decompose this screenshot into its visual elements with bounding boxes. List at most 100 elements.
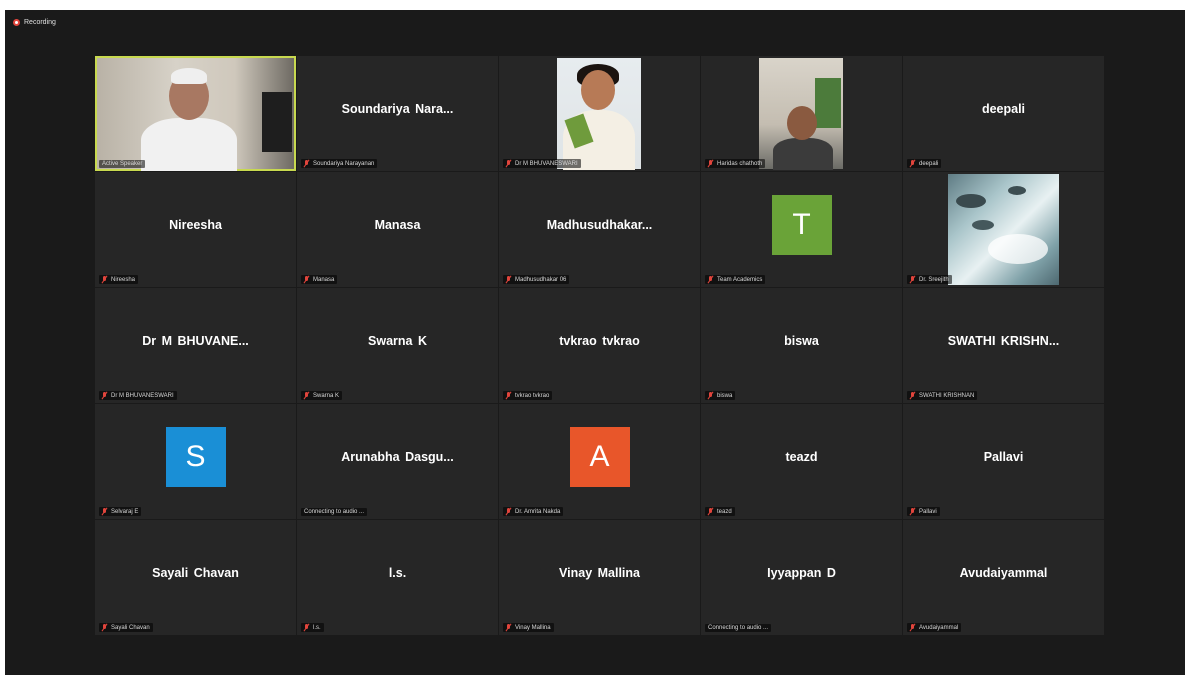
participant-tile[interactable]: Dr M BHUVANESWARI bbox=[499, 56, 700, 171]
participant-tile[interactable]: Nireesha Nireesha bbox=[95, 172, 296, 287]
participant-name-label: Selvaraj E bbox=[99, 507, 142, 516]
participant-display-name: Nireesha bbox=[169, 217, 222, 232]
participant-name-label: Swarna K bbox=[301, 391, 343, 400]
muted-mic-icon bbox=[102, 276, 108, 283]
participant-name-text: Selvaraj E bbox=[111, 508, 139, 515]
participant-tile[interactable]: Vinay Mallina Vinay Mallina bbox=[499, 520, 700, 635]
participant-name-label: Dr. Amrita Nakda bbox=[503, 507, 564, 516]
participant-tile[interactable]: Dr. Sreejith bbox=[903, 172, 1104, 287]
participant-tile[interactable]: A Dr. Amrita Nakda bbox=[499, 404, 700, 519]
participant-name-label: Madhusudhakar 06 bbox=[503, 275, 570, 284]
participant-name-label: Haridas chathoth bbox=[705, 159, 766, 168]
participant-tile[interactable]: teazd teazd bbox=[701, 404, 902, 519]
recording-indicator[interactable]: Recording bbox=[13, 16, 56, 28]
participant-display-name: Arunabha Dasgu... bbox=[341, 449, 454, 464]
muted-mic-icon bbox=[708, 392, 714, 399]
participant-tile[interactable]: S Selvaraj E bbox=[95, 404, 296, 519]
participant-tile[interactable]: biswa biswa bbox=[701, 288, 902, 403]
participant-avatar: A bbox=[569, 426, 630, 487]
meeting-window: Recording Active Speaker Soundariya Nara.… bbox=[5, 10, 1185, 675]
participant-tile[interactable]: T Team Academics bbox=[701, 172, 902, 287]
participant-video bbox=[557, 58, 641, 170]
participant-display-name: teazd bbox=[785, 449, 818, 464]
muted-mic-icon bbox=[910, 624, 916, 631]
muted-mic-icon bbox=[910, 160, 916, 167]
participant-name-label: Active Speaker bbox=[99, 160, 146, 168]
participant-avatar: T bbox=[771, 194, 832, 255]
participant-tile[interactable]: Madhusudhakar... Madhusudhakar 06 bbox=[499, 172, 700, 287]
participant-name-text: Madhusudhakar 06 bbox=[515, 276, 567, 283]
participant-tile[interactable]: SWATHI KRISHN... SWATHI KRISHNAN bbox=[903, 288, 1104, 403]
participant-name-label: deepali bbox=[907, 159, 942, 168]
participant-display-name: SWATHI KRISHN... bbox=[947, 333, 1060, 348]
participant-tile[interactable]: l.s. l.s. bbox=[297, 520, 498, 635]
participant-display-name: Iyyappan D bbox=[767, 565, 836, 580]
participant-display-name: l.s. bbox=[388, 565, 407, 580]
muted-mic-icon bbox=[910, 276, 916, 283]
participant-name-text: Avudaiyammal bbox=[919, 624, 959, 631]
participant-name-label: Sayali Chavan bbox=[99, 623, 153, 632]
participant-display-name: Pallavi bbox=[983, 449, 1024, 464]
participant-display-name: Avudaiyammal bbox=[959, 565, 1048, 580]
participant-tile[interactable]: tvkrao tvkrao tvkrao tvkrao bbox=[499, 288, 700, 403]
muted-mic-icon bbox=[304, 160, 310, 167]
participant-display-name: tvkrao tvkrao bbox=[559, 333, 640, 348]
participant-name-text: Dr M BHUVANESWARI bbox=[111, 392, 174, 399]
muted-mic-icon bbox=[304, 392, 310, 399]
participant-display-name: biswa bbox=[784, 333, 819, 348]
participant-name-label: Vinay Mallina bbox=[503, 623, 554, 632]
muted-mic-icon bbox=[506, 392, 512, 399]
participant-name-label: teazd bbox=[705, 507, 735, 516]
muted-mic-icon bbox=[708, 508, 714, 515]
participant-name-label: Soundariya Narayanan bbox=[301, 159, 378, 168]
participant-display-name: Swarna K bbox=[368, 333, 427, 348]
participant-name-label: Avudaiyammal bbox=[907, 623, 962, 632]
participant-avatar: S bbox=[165, 426, 226, 487]
participant-name-label: Manasa bbox=[301, 275, 338, 284]
participant-tile[interactable]: deepali deepali bbox=[903, 56, 1104, 171]
participant-tile[interactable]: Iyyappan D Connecting to audio ... bbox=[701, 520, 902, 635]
participant-name-text: Dr M BHUVANESWARI bbox=[515, 160, 578, 167]
participant-name-text: Sayali Chavan bbox=[111, 624, 150, 631]
participant-name-label: Pallavi bbox=[907, 507, 940, 516]
participant-name-text: Dr. Amrita Nakda bbox=[515, 508, 561, 515]
participant-name-text: Haridas chathoth bbox=[717, 160, 763, 167]
participant-tile[interactable]: Pallavi Pallavi bbox=[903, 404, 1104, 519]
participant-tile[interactable]: Sayali Chavan Sayali Chavan bbox=[95, 520, 296, 635]
participant-tile[interactable]: Soundariya Nara... Soundariya Narayanan bbox=[297, 56, 498, 171]
recording-label: Recording bbox=[24, 18, 56, 26]
participant-tile[interactable]: Swarna K Swarna K bbox=[297, 288, 498, 403]
participant-tile[interactable]: Dr M BHUVANE... Dr M BHUVANESWARI bbox=[95, 288, 296, 403]
participant-name-label: SWATHI KRISHNAN bbox=[907, 391, 978, 400]
participant-name-label: Dr M BHUVANESWARI bbox=[99, 391, 177, 400]
participant-name-label: Connecting to audio ... bbox=[705, 624, 772, 632]
participant-video bbox=[97, 58, 294, 171]
muted-mic-icon bbox=[708, 276, 714, 283]
muted-mic-icon bbox=[304, 276, 310, 283]
participant-name-label: Team Academics bbox=[705, 275, 766, 284]
participant-name-label: Dr. Sreejith bbox=[907, 275, 952, 284]
participant-tile[interactable]: Avudaiyammal Avudaiyammal bbox=[903, 520, 1104, 635]
muted-mic-icon bbox=[506, 276, 512, 283]
muted-mic-icon bbox=[910, 392, 916, 399]
participant-tile[interactable]: Arunabha Dasgu... Connecting to audio ... bbox=[297, 404, 498, 519]
participant-name-text: teazd bbox=[717, 508, 732, 515]
participant-name-label: biswa bbox=[705, 391, 736, 400]
muted-mic-icon bbox=[506, 624, 512, 631]
participant-display-name: Vinay Mallina bbox=[559, 565, 640, 580]
participant-tile[interactable]: Active Speaker bbox=[95, 56, 296, 171]
muted-mic-icon bbox=[102, 392, 108, 399]
muted-mic-icon bbox=[102, 508, 108, 515]
participant-name-text: Active Speaker bbox=[102, 161, 143, 167]
participant-name-text: SWATHI KRISHNAN bbox=[919, 392, 975, 399]
participant-name-text: Manasa bbox=[313, 276, 335, 283]
participant-tile[interactable]: Haridas chathoth bbox=[701, 56, 902, 171]
participant-name-text: Soundariya Narayanan bbox=[313, 160, 375, 167]
participant-name-label: l.s. bbox=[301, 623, 324, 632]
participant-name-text: Team Academics bbox=[717, 276, 763, 283]
participant-video bbox=[948, 174, 1059, 285]
participant-tile[interactable]: Manasa Manasa bbox=[297, 172, 498, 287]
participant-name-text: l.s. bbox=[313, 624, 321, 631]
participant-name-label: Nireesha bbox=[99, 275, 139, 284]
participant-display-name: Soundariya Nara... bbox=[341, 101, 454, 116]
